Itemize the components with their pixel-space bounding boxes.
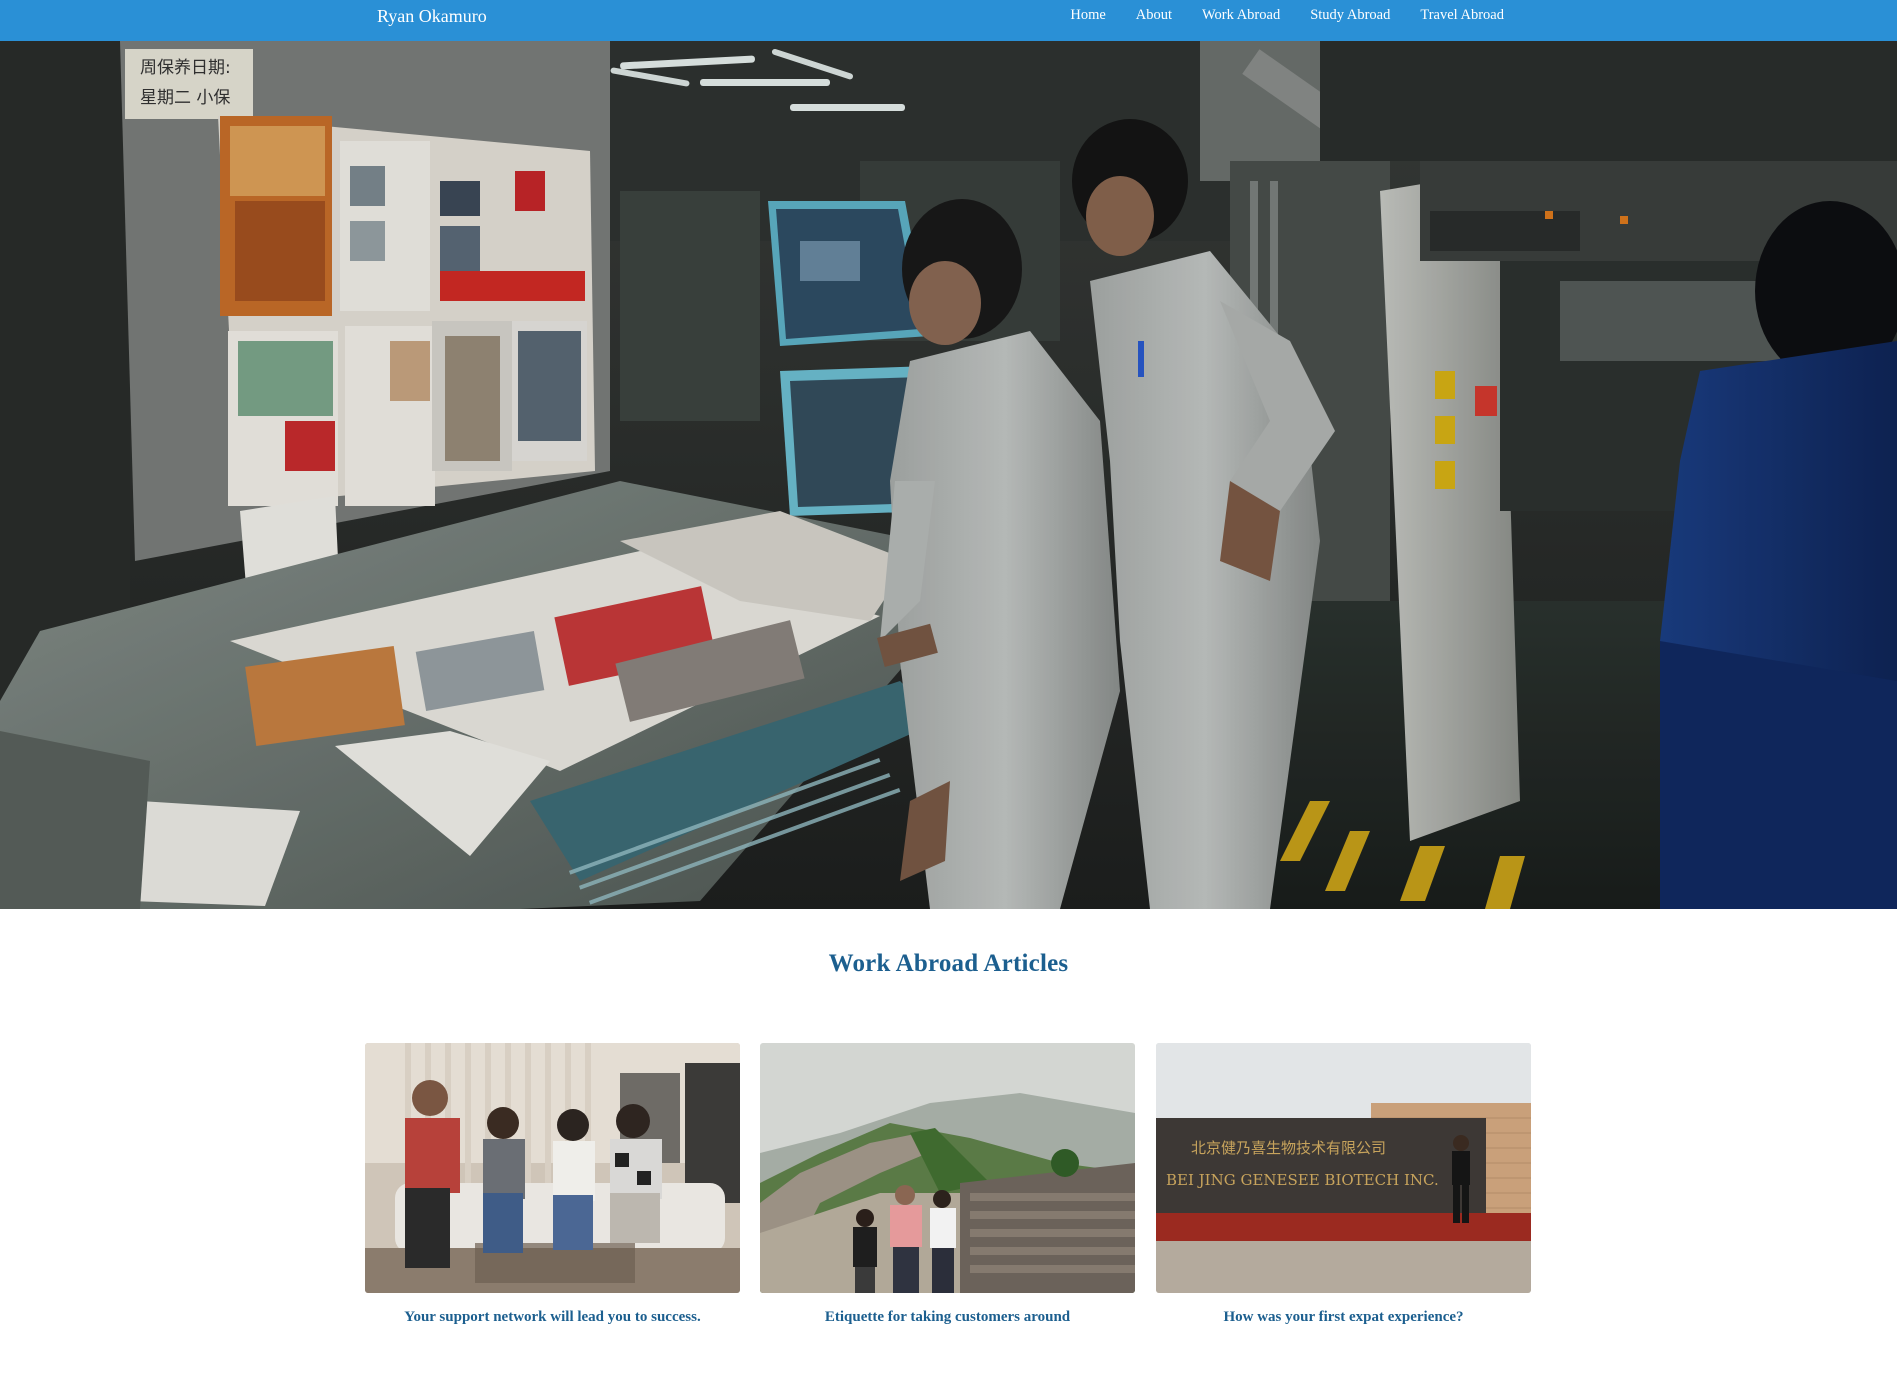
article-title[interactable]: Your support network will lead you to su… [365,1309,740,1326]
nav-travel-abroad[interactable]: Travel Abroad [1420,0,1504,31]
brand-link[interactable]: Ryan Okamuro [377,0,487,33]
section-title: Work Abroad Articles [828,950,1069,977]
nav-about[interactable]: About [1136,0,1172,31]
nav-home[interactable]: Home [1070,0,1105,31]
biotech-company-sign-photo[interactable]: 北京健乃喜生物技术有限公司 BEI JING GENESEE BIOTECH I… [1156,1043,1531,1293]
nav-menu: Home About Work Abroad Study Abroad Trav… [1070,0,1504,31]
great-wall-photo[interactable] [760,1043,1135,1293]
sign-english-text: BEI JING GENESEE BIOTECH INC. [1166,1171,1439,1189]
nav-study-abroad[interactable]: Study Abroad [1310,0,1390,31]
article-title[interactable]: Etiquette for taking customers around [760,1309,1135,1326]
sign-chinese-text: 北京健乃喜生物技术有限公司 [1191,1139,1386,1157]
article-cards: Your support network will lead you to su… [365,1043,1531,1343]
top-navbar: Ryan Okamuro Home About Work Abroad Stud… [0,0,1897,41]
article-title[interactable]: How was your first expat experience? [1156,1309,1531,1326]
article-card[interactable]: Your support network will lead you to su… [365,1043,740,1326]
hero-image: 周保养日期: 星期二 小保 [0,41,1897,909]
nav-work-abroad[interactable]: Work Abroad [1202,0,1280,31]
article-card[interactable]: Etiquette for taking customers around [760,1043,1135,1326]
article-card[interactable]: 北京健乃喜生物技术有限公司 BEI JING GENESEE BIOTECH I… [1156,1043,1531,1326]
friends-on-sofa-photo[interactable] [365,1043,740,1293]
